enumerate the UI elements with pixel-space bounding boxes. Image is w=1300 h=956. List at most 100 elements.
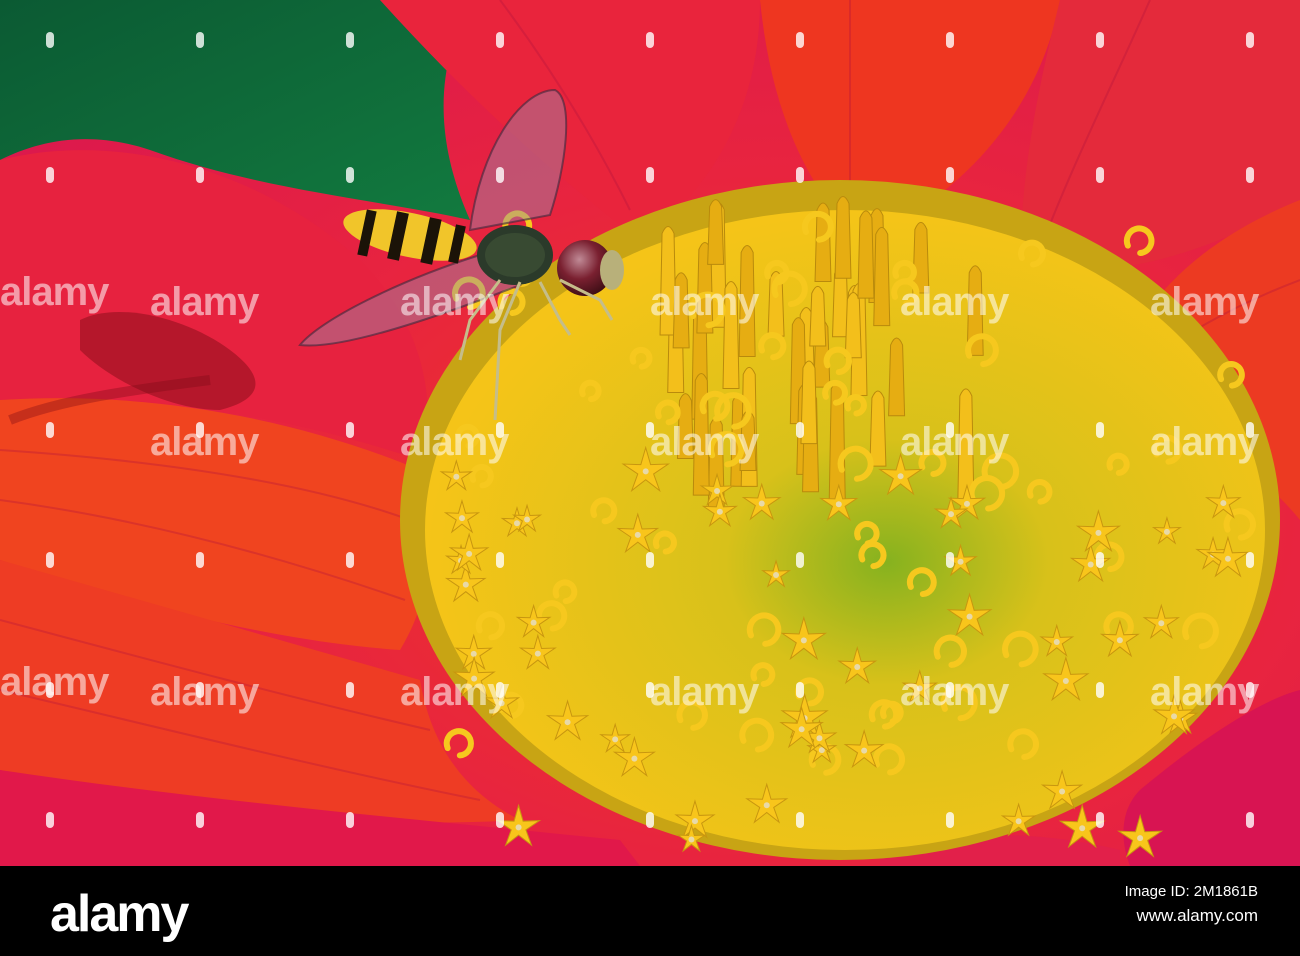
watermark-mark [946, 32, 954, 48]
watermark-mark [496, 167, 504, 183]
watermark-mark [796, 167, 804, 183]
floret-anther [612, 736, 619, 743]
site-url: www.alamy.com [1136, 906, 1258, 925]
floret-anther [691, 818, 698, 825]
floret-anther [916, 685, 923, 692]
watermark-mark [1246, 552, 1254, 568]
floret-anther [513, 520, 520, 527]
floret-anther [716, 508, 723, 515]
watermark-mark [346, 812, 354, 828]
floret-anther [634, 531, 641, 538]
floret-anther [688, 836, 695, 843]
disc-floret [738, 244, 756, 357]
watermark-mark [946, 812, 954, 828]
watermark-mark [946, 682, 954, 698]
watermark-mark [346, 552, 354, 568]
floret-anther [1087, 561, 1094, 568]
floret-anther [470, 650, 477, 657]
watermark-mark [496, 552, 504, 568]
image-id-label: Image ID: 2M1861B [1124, 883, 1258, 900]
watermark-mark [1096, 682, 1104, 698]
floret-anther [854, 664, 861, 671]
floret-anther [1137, 835, 1144, 842]
watermark-mark [1096, 167, 1104, 183]
watermark-mark [646, 422, 654, 438]
floret-anther [1116, 637, 1123, 644]
floret-anther [1220, 500, 1227, 507]
watermark-mark [496, 812, 504, 828]
floret-anther [515, 824, 522, 831]
floret-anther [466, 550, 473, 557]
disc-floret [844, 291, 862, 359]
watermark-mark [646, 32, 654, 48]
floret-anther [1095, 529, 1102, 536]
floret-anther [948, 511, 955, 518]
floret-anther [1158, 620, 1165, 627]
floret-anther [642, 468, 649, 475]
floret-anther [763, 802, 770, 809]
watermark-mark [346, 167, 354, 183]
floret-anther [816, 735, 823, 742]
watermark-mark [196, 32, 204, 48]
disc-floret [707, 199, 725, 265]
floret-anther [1015, 818, 1022, 825]
watermark-mark [46, 682, 54, 698]
floret-anther [714, 488, 721, 495]
floret-anther [1079, 825, 1086, 832]
watermark-mark [946, 552, 954, 568]
watermark-mark [1246, 682, 1254, 698]
watermark-mark [796, 682, 804, 698]
watermark-mark [796, 422, 804, 438]
watermark-mark [46, 812, 54, 828]
disc-floret [857, 210, 875, 299]
floret-anther [1163, 528, 1170, 535]
footer-bar: alamy Image ID: 2M1861B www.alamy.com [0, 866, 1300, 956]
watermark-mark [346, 682, 354, 698]
watermark-mark [646, 167, 654, 183]
disc-floret [672, 272, 690, 349]
floret-anther [530, 619, 537, 626]
watermark-mark [1246, 812, 1254, 828]
floret-anther [1224, 555, 1231, 562]
watermark-mark [46, 32, 54, 48]
floret-anther [1053, 639, 1060, 646]
floret-anther [1171, 713, 1178, 720]
disc-floret [722, 281, 740, 390]
stock-photo: alamy alamy alamy alamy alamy alamy alamy alamy… [0, 0, 1300, 866]
disc-floret [809, 285, 827, 347]
watermark-mark [646, 682, 654, 698]
watermark-mark [646, 552, 654, 568]
floret-anther [861, 747, 868, 754]
floret-anther [963, 500, 970, 507]
watermark-mark [1246, 422, 1254, 438]
floret-anther [835, 501, 842, 508]
floret-anther [798, 726, 805, 733]
floret-anther [1062, 677, 1069, 684]
watermark-mark [196, 552, 204, 568]
watermark-mark [946, 167, 954, 183]
floret-anther [800, 637, 807, 644]
floret-anther [471, 675, 478, 682]
disc-floret [676, 393, 694, 459]
watermark-mark [46, 167, 54, 183]
watermark-mark [1096, 32, 1104, 48]
disc-floret [888, 337, 906, 417]
watermark-mark [196, 167, 204, 183]
watermark-mark [346, 32, 354, 48]
watermark-mark [346, 422, 354, 438]
watermark-mark [796, 812, 804, 828]
disc-floret [692, 372, 710, 496]
watermark-mark [646, 812, 654, 828]
floret-anther [453, 473, 460, 480]
floret-anther [966, 613, 973, 620]
watermark-mark [46, 552, 54, 568]
floret-anther [897, 473, 904, 480]
floret-anther [1059, 788, 1066, 795]
watermark-mark [196, 812, 204, 828]
watermark-mark [796, 32, 804, 48]
alamy-logo: alamy [50, 885, 189, 943]
watermark-mark [1096, 812, 1104, 828]
floret-anther [534, 650, 541, 657]
watermark-mark [496, 32, 504, 48]
watermark-mark [1246, 32, 1254, 48]
